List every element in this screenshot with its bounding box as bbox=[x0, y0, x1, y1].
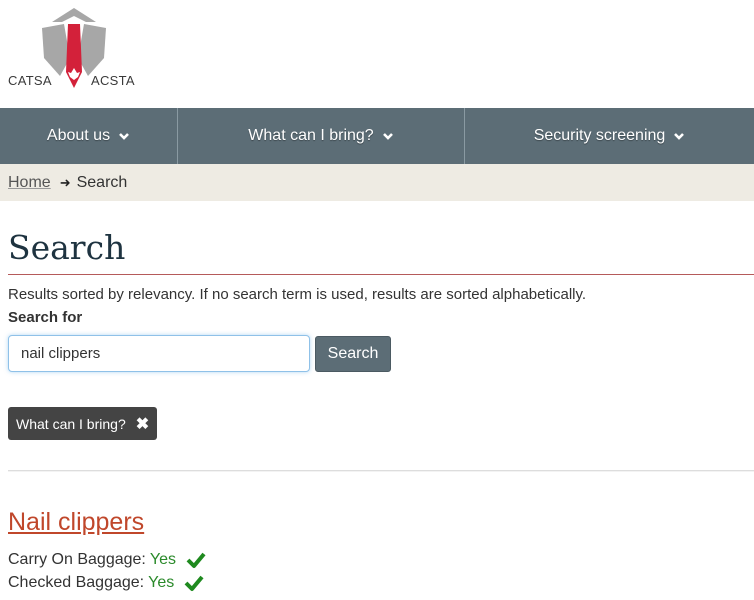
nav-item-label: What can I bring? bbox=[248, 127, 374, 144]
checkmark-icon bbox=[184, 575, 204, 591]
page-title: Search bbox=[8, 228, 126, 267]
nav-item-about-us[interactable]: About us bbox=[0, 108, 178, 164]
filter-tag-what-can-i-bring[interactable]: What can I bring? ✖ bbox=[8, 407, 158, 440]
breadcrumb: Home ➜ Search bbox=[0, 164, 754, 201]
nav-item-what-can-i-bring[interactable]: What can I bring? bbox=[178, 108, 465, 164]
checked-label: Checked Baggage: bbox=[8, 574, 145, 591]
chevron-down-icon bbox=[674, 133, 685, 140]
logo-text-catsa: CATSA bbox=[8, 73, 52, 88]
arrow-right-icon: ➜ bbox=[59, 174, 71, 190]
breadcrumb-current: Search bbox=[76, 173, 128, 191]
carry-on-label: Carry On Baggage: bbox=[8, 551, 146, 568]
close-icon[interactable]: ✖ bbox=[136, 414, 149, 434]
nav-item-label: Security screening bbox=[533, 127, 666, 144]
results-divider bbox=[8, 470, 754, 471]
site-header: CATSA ACSTA bbox=[0, 0, 754, 108]
chevron-down-icon bbox=[382, 133, 393, 140]
chevron-down-icon bbox=[119, 133, 129, 140]
search-label: Search for bbox=[8, 309, 83, 326]
catsa-logo[interactable]: CATSA ACSTA bbox=[6, 6, 146, 94]
logo-text-acsta: ACSTA bbox=[91, 73, 135, 88]
breadcrumb-home-link[interactable]: Home bbox=[8, 174, 51, 192]
title-divider bbox=[8, 274, 754, 275]
checked-value: Yes bbox=[148, 574, 175, 591]
search-input[interactable] bbox=[8, 335, 310, 372]
nav-item-security-screening[interactable]: Security screening bbox=[465, 108, 754, 164]
carry-on-baggage-row: Carry On Baggage: Yes bbox=[8, 551, 206, 569]
result-title-link[interactable]: Nail clippers bbox=[8, 508, 144, 537]
checked-baggage-row: Checked Baggage: Yes bbox=[8, 574, 204, 592]
main-nav: About us What can I bring? Security scre… bbox=[0, 108, 754, 164]
search-button[interactable]: Search bbox=[315, 336, 391, 372]
carry-on-value: Yes bbox=[149, 551, 176, 568]
sort-description: Results sorted by relevancy. If no searc… bbox=[8, 286, 587, 303]
checkmark-icon bbox=[186, 552, 206, 568]
nav-item-label: About us bbox=[46, 127, 111, 144]
filter-tag-label: What can I bring? bbox=[16, 415, 126, 432]
